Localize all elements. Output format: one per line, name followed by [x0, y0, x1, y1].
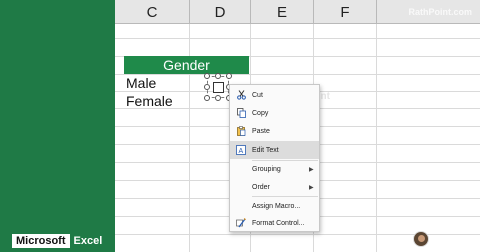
- submenu-arrow-icon: ▶: [309, 184, 314, 191]
- author-name: Rath Point: [433, 234, 478, 244]
- resize-handle[interactable]: [215, 73, 221, 79]
- checkbox-control[interactable]: [213, 82, 224, 93]
- menu-item-cut[interactable]: Cut: [230, 86, 319, 104]
- menu-item-label: Grouping: [252, 165, 281, 173]
- avatar: [413, 231, 429, 247]
- context-menu: Cut Copy Paste A Edit Text Grouping ▶ Or…: [229, 84, 320, 232]
- app-name: Excel: [73, 235, 103, 247]
- excel-branding: Microsoft Excel: [12, 234, 102, 248]
- svg-text:A: A: [239, 148, 244, 155]
- menu-item-order[interactable]: Order ▶: [230, 178, 319, 196]
- menu-item-edit-text[interactable]: A Edit Text: [230, 141, 319, 159]
- column-header-d[interactable]: D: [190, 0, 251, 24]
- menu-item-label: Format Control...: [252, 219, 305, 227]
- resize-handle[interactable]: [204, 84, 210, 90]
- resize-handle[interactable]: [215, 95, 221, 101]
- menu-item-label: Edit Text: [252, 146, 279, 154]
- grid-row-line: [115, 38, 480, 39]
- grid-row-line: [115, 74, 480, 75]
- resize-handle[interactable]: [204, 73, 210, 79]
- cell-female[interactable]: Female: [126, 93, 173, 109]
- gender-header-cell[interactable]: Gender: [124, 56, 249, 74]
- paste-icon: [230, 126, 252, 136]
- menu-item-label: Paste: [252, 127, 270, 135]
- cell-male[interactable]: Male: [126, 75, 156, 91]
- grid-column-f: [314, 24, 377, 252]
- submenu-arrow-icon: ▶: [309, 166, 314, 173]
- menu-item-label: Cut: [252, 91, 263, 99]
- site-watermark: RathPoint.com: [408, 7, 472, 17]
- column-header-c[interactable]: C: [115, 0, 190, 24]
- microsoft-logo: Microsoft: [12, 234, 70, 248]
- edit-text-icon: A: [230, 145, 252, 155]
- menu-item-format-control[interactable]: Format Control...: [230, 214, 319, 232]
- resize-handle[interactable]: [204, 95, 210, 101]
- column-header-e[interactable]: E: [251, 0, 314, 24]
- menu-item-label: Copy: [252, 109, 269, 117]
- menu-item-copy[interactable]: Copy: [230, 104, 319, 122]
- author-badge: Rath Point: [413, 231, 478, 247]
- menu-item-label: Assign Macro...: [252, 202, 301, 210]
- scissors-icon: [230, 90, 252, 100]
- menu-item-label: Order: [252, 183, 270, 191]
- resize-handle[interactable]: [226, 73, 232, 79]
- format-control-icon: [230, 218, 252, 228]
- copy-icon: [230, 108, 252, 118]
- menu-item-paste[interactable]: Paste: [230, 122, 319, 140]
- menu-item-grouping[interactable]: Grouping ▶: [230, 160, 319, 178]
- column-header-f[interactable]: F: [314, 0, 377, 24]
- menu-item-assign-macro[interactable]: Assign Macro...: [230, 197, 319, 215]
